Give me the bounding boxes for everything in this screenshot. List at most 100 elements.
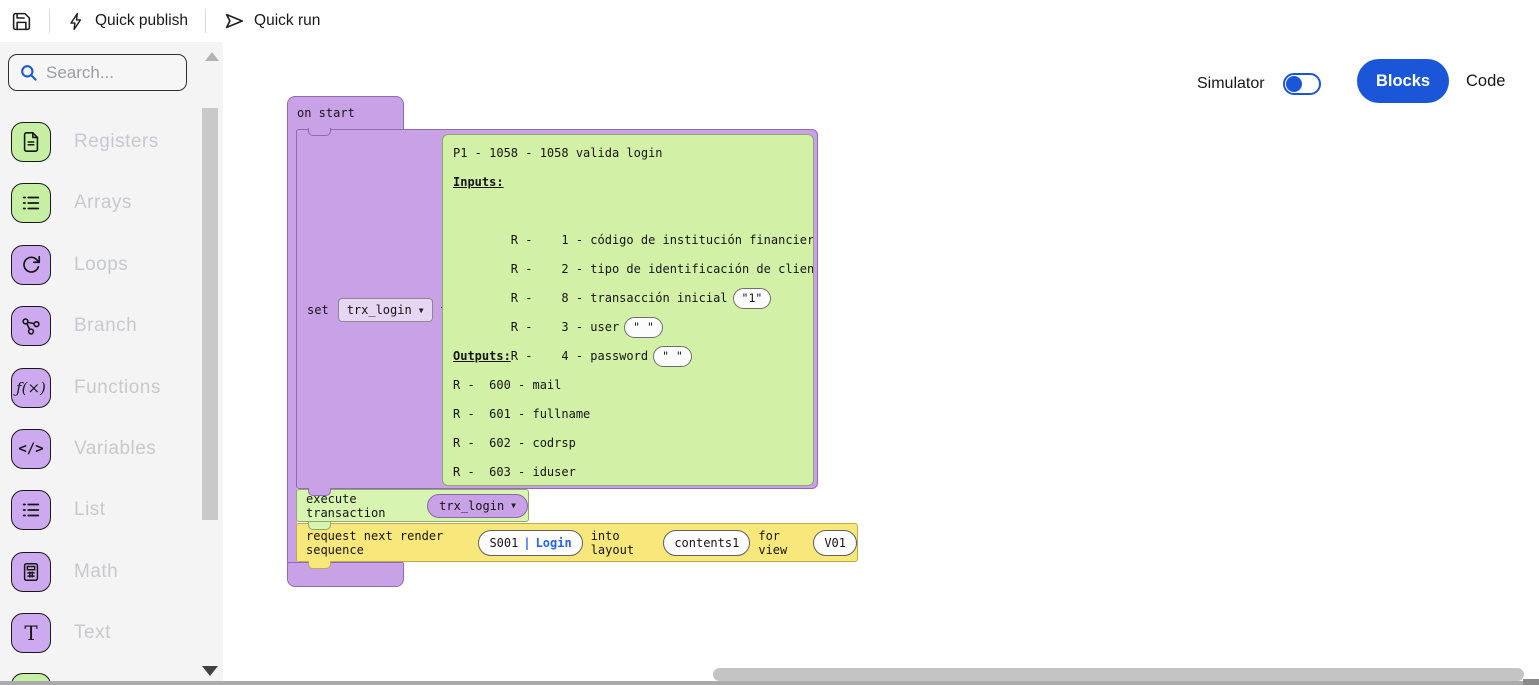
input-row: R - 1 - código de institución financiera… xyxy=(453,197,813,226)
transaction-variable-value: trx_login xyxy=(439,499,504,513)
list-icon xyxy=(11,183,51,223)
outputs-header: Outputs: xyxy=(453,349,511,363)
execute-transaction-block[interactable]: execute transaction trx_login ▼ xyxy=(296,489,529,522)
input-value-field[interactable]: " " xyxy=(624,317,663,338)
app-window: Quick publish Quick run xyxy=(0,0,1539,685)
set-variable-block[interactable]: set trx_login ▼ to P1 - 1058 - 1058 vali… xyxy=(296,129,818,489)
search-input[interactable] xyxy=(46,63,166,83)
sidebar-item-math[interactable]: Math xyxy=(0,550,200,594)
toggle-knob xyxy=(1286,76,1302,92)
blocks-tab-label: Blocks xyxy=(1376,72,1430,91)
output-row-text: R - 602 - codrsp xyxy=(453,436,576,450)
request-render-label-2: into layout xyxy=(591,529,656,557)
sidebar-item-label: Math xyxy=(74,561,118,583)
sidebar-item-list[interactable]: List xyxy=(0,488,200,532)
sidebar-item-functions[interactable]: ƒ(×) Functions xyxy=(0,366,200,410)
sidebar-item-label: Functions xyxy=(74,377,161,399)
simulator-label: Simulator xyxy=(1197,75,1265,93)
sidebar-item-variables[interactable]: </> Variables xyxy=(0,427,200,471)
input-row-text: R - 4 - password xyxy=(511,349,648,363)
variable-dropdown-value: trx_login xyxy=(347,303,412,317)
scroll-up-icon[interactable] xyxy=(205,52,219,61)
sidebar-item-label: Registers xyxy=(74,131,159,153)
output-row: R - 603 - iduser xyxy=(453,458,813,486)
input-row-text: R - 3 - user xyxy=(511,320,619,334)
on-start-block[interactable]: on start xyxy=(287,96,404,130)
output-row: R - 601 - fullname xyxy=(453,400,813,429)
on-start-block-foot[interactable] xyxy=(287,562,404,587)
layout-field[interactable]: contents1 xyxy=(663,530,750,556)
output-row: R - 600 - mail xyxy=(453,371,813,400)
sequence-field[interactable]: S001 | Login xyxy=(478,530,582,556)
document-icon xyxy=(11,122,51,162)
top-toolbar: Quick publish Quick run xyxy=(0,0,1539,42)
block-connector xyxy=(308,561,331,569)
quick-run-label: Quick run xyxy=(254,12,320,30)
sidebar-item-label: Arrays xyxy=(74,192,132,214)
transaction-block[interactable]: P1 - 1058 - 1058 valida login Inputs: R … xyxy=(442,134,814,486)
inputs-header: Inputs: xyxy=(453,175,504,189)
simulator-toggle[interactable] xyxy=(1283,73,1321,95)
search-icon xyxy=(19,63,38,82)
loop-icon xyxy=(11,245,51,285)
view-field[interactable]: V01 xyxy=(813,530,857,556)
sequence-divider: | xyxy=(523,536,530,550)
request-render-label-1: request next render sequence xyxy=(306,529,470,557)
chevron-down-icon: ▼ xyxy=(511,501,516,510)
code-tab-label: Code xyxy=(1466,72,1505,90)
quick-publish-button[interactable]: Quick publish xyxy=(67,12,188,31)
quick-publish-label: Quick publish xyxy=(95,12,188,30)
block-connector xyxy=(308,488,331,496)
sidebar-scrollbar[interactable] xyxy=(202,108,218,520)
set-keyword: set xyxy=(307,303,329,317)
search-box xyxy=(8,54,187,91)
input-value-field[interactable]: " " xyxy=(653,346,692,367)
sidebar-item-label: Text xyxy=(74,622,111,644)
scroll-down-icon[interactable] xyxy=(202,666,218,676)
calculator-icon xyxy=(11,552,51,592)
layout-value: contents1 xyxy=(674,536,739,550)
branch-icon xyxy=(11,306,51,346)
sidebar-item-registers[interactable]: Registers xyxy=(0,120,200,164)
sidebar-item-label: Variables xyxy=(74,438,156,460)
blocks-tab-button[interactable]: Blocks xyxy=(1357,59,1449,103)
output-row-text: R - 600 - mail xyxy=(453,378,561,392)
code-tab-button[interactable]: Code xyxy=(1466,72,1505,91)
text-icon: T xyxy=(11,613,51,653)
variable-dropdown[interactable]: trx_login ▼ xyxy=(338,298,433,322)
block-connector xyxy=(308,128,331,136)
sidebar-item-text[interactable]: T Text xyxy=(0,611,200,655)
sequence-name: Login xyxy=(536,536,572,550)
input-row-text: R - 2 - tipo de identificación de client… xyxy=(511,262,814,276)
input-value-field[interactable]: "1" xyxy=(733,288,772,309)
transaction-title: P1 - 1058 - 1058 valida login xyxy=(453,139,813,168)
chevron-down-icon: ▼ xyxy=(419,306,424,315)
sequence-code: S001 xyxy=(489,536,518,550)
on-start-label: on start xyxy=(297,106,355,120)
scrollbar-corner xyxy=(1523,679,1539,685)
bottom-scroll-track xyxy=(0,681,1539,685)
request-render-block[interactable]: request next render sequence S001 | Logi… xyxy=(296,523,858,562)
horizontal-scrollbar[interactable] xyxy=(713,668,1524,681)
list-icon xyxy=(11,490,51,530)
sidebar-item-label: Branch xyxy=(74,315,137,337)
save-button[interactable] xyxy=(11,11,32,32)
request-render-label-3: for view xyxy=(758,529,805,557)
function-icon: ƒ(×) xyxy=(11,368,51,408)
sidebar-item-arrays[interactable]: Arrays xyxy=(0,181,200,225)
quick-run-button[interactable]: Quick run xyxy=(223,10,320,32)
sidebar-item-branch[interactable]: Branch xyxy=(0,304,200,348)
lightning-icon xyxy=(67,12,86,31)
code-icon: </> xyxy=(11,429,51,469)
toolbar-divider xyxy=(49,9,50,33)
save-icon xyxy=(11,11,32,32)
toolbar-divider xyxy=(205,9,206,33)
transaction-variable-dropdown[interactable]: trx_login ▼ xyxy=(427,494,528,518)
input-row-text: R - 8 - transacción inicial xyxy=(511,291,728,305)
sidebar-item-label: Loops xyxy=(74,254,128,276)
sidebar-item-label: List xyxy=(74,499,106,521)
set-block-left: set trx_login ▼ to xyxy=(297,130,442,490)
input-row-text: R - 1 - código de institución financiera xyxy=(511,233,814,247)
block-palette-sidebar: Registers Arrays Loops xyxy=(0,42,223,685)
sidebar-item-loops[interactable]: Loops xyxy=(0,243,200,287)
